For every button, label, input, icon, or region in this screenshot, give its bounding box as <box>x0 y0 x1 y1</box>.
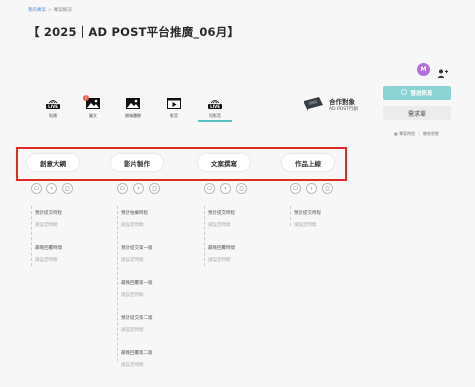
tab-image-post[interactable]: 圖文 <box>78 96 108 124</box>
document-icon[interactable] <box>62 183 73 194</box>
schedule-link[interactable]: 專案時程 <box>399 131 415 136</box>
comment-icon[interactable] <box>204 183 215 194</box>
timeline-line <box>31 206 32 266</box>
send-message-label: 發送訊息 <box>410 91 433 97</box>
entry-label: 最晚回覆第二版 <box>121 351 153 356</box>
entry-value[interactable]: 請設定時間 <box>121 257 144 263</box>
requirements-button[interactable]: 需求單 <box>383 106 451 120</box>
entry-label: 最晚回覆第一版 <box>121 281 153 286</box>
partner-title: 合作對象 <box>329 98 355 106</box>
comment-icon[interactable] <box>31 183 42 194</box>
comment-icon[interactable] <box>290 183 301 194</box>
document-icon[interactable] <box>322 183 333 194</box>
breadcrumb-home-link[interactable]: 我的專案 <box>28 8 46 13</box>
timeline-line <box>117 206 118 361</box>
entry-label: 最晚回覆時間 <box>35 246 62 251</box>
calendar-icon: ▦ <box>394 131 398 136</box>
breadcrumb-separator-icon: > <box>48 8 52 13</box>
upload-icon[interactable] <box>220 183 231 194</box>
entry-value[interactable]: 請設定時間 <box>121 327 144 333</box>
link-divider: | <box>418 131 420 136</box>
tab-label: 影音 <box>170 113 178 118</box>
entry-label: 預計提交第一版 <box>121 246 153 251</box>
status-link[interactable]: 驗收狀態 <box>423 131 439 136</box>
entry-value[interactable]: 請設定時間 <box>208 222 231 228</box>
entry-label: 預計拍攝時程 <box>121 211 148 216</box>
entry-label: 預計提交時程 <box>294 211 321 216</box>
timeline-line <box>290 206 291 226</box>
entry-label: 預計提交第二版 <box>121 316 153 321</box>
tab-label: 貼播 <box>49 113 57 118</box>
breadcrumb-current: 專案概況 <box>53 8 72 13</box>
entry-value[interactable]: 請設定時間 <box>121 292 144 298</box>
entry-value[interactable]: 請設定時間 <box>294 222 317 228</box>
chat-bubble-icon <box>401 88 408 97</box>
page-title: 【 2025｜AD POST平台推廣_06月】 <box>28 25 240 39</box>
document-icon[interactable] <box>149 183 160 194</box>
tab-label: 開箱體驗 <box>125 113 141 118</box>
partner-subtitle: AD POST行銷 <box>329 107 358 112</box>
active-tab-indicator <box>198 120 232 122</box>
stage-copywriting[interactable]: 文案撰寫 <box>198 154 250 171</box>
live-icon: LIVE <box>200 96 230 111</box>
upload-icon[interactable] <box>133 183 144 194</box>
secondary-links: ▦ 專案時程 | 驗收狀態 <box>394 131 439 137</box>
entry-value[interactable]: 請設定時間 <box>121 222 144 228</box>
stage-creative-outline[interactable]: 創意大綱 <box>27 154 79 171</box>
tab-label: 圖文 <box>89 113 97 118</box>
tab-video[interactable]: 影音 <box>159 96 189 124</box>
breadcrumb: 我的專案 > 專案概況 <box>28 7 72 13</box>
stage-go-live[interactable]: 作品上線 <box>282 154 334 171</box>
avatar[interactable]: M <box>417 63 430 76</box>
entry-label: 預計提交時程 <box>35 211 62 216</box>
entry-value[interactable]: 請設定時間 <box>35 257 58 263</box>
add-user-icon[interactable] <box>437 64 448 78</box>
entry-label: 預計提交時程 <box>208 211 235 216</box>
live-badge: LIVE <box>208 103 222 109</box>
live-badge: LIVE <box>46 103 60 109</box>
tab-unboxing[interactable]: 開箱體驗 <box>118 96 148 124</box>
send-message-button[interactable]: 發送訊息 <box>383 86 451 100</box>
partner-logo-icon <box>302 93 325 113</box>
tab-live-stream[interactable]: LIVE 貼播 <box>38 96 68 124</box>
video-play-icon <box>159 96 189 111</box>
entry-value[interactable]: 請設定時間 <box>208 257 231 263</box>
timeline-line <box>204 206 205 266</box>
image-icon <box>118 96 148 111</box>
comment-icon[interactable] <box>117 183 128 194</box>
upload-icon[interactable] <box>46 183 57 194</box>
stage-video-production[interactable]: 影片製作 <box>111 154 163 171</box>
upload-icon[interactable] <box>306 183 317 194</box>
live-icon: LIVE <box>38 96 68 111</box>
tab-label: 短影音 <box>209 113 221 118</box>
entry-value[interactable]: 請設定時間 <box>35 222 58 228</box>
entry-label: 最晚回覆時間 <box>208 246 235 251</box>
notification-badge: 1 <box>83 95 89 101</box>
entry-value[interactable]: 請設定時間 <box>121 362 144 368</box>
document-icon[interactable] <box>236 183 247 194</box>
